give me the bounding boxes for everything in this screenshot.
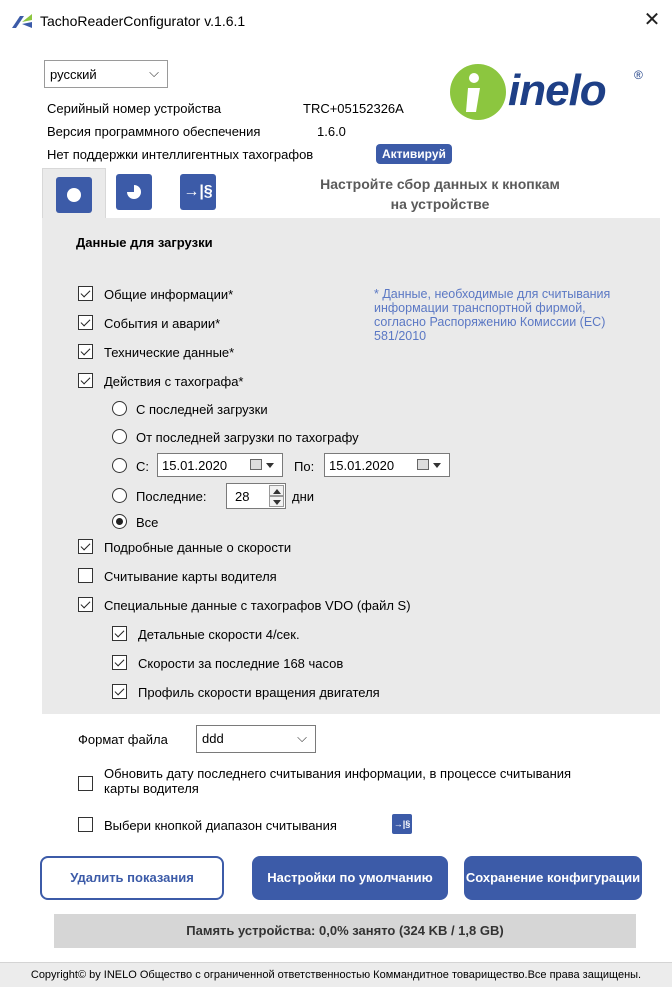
calendar-icon [417, 459, 429, 470]
down-arrow-icon [273, 500, 281, 505]
inelo-logo: inelo ® [448, 60, 648, 130]
spin-down-icon[interactable] [269, 496, 284, 507]
activate-button[interactable]: Активируй [376, 144, 452, 164]
save-config-button[interactable]: Сохранение конфигурации [464, 856, 642, 900]
file-format-select[interactable]: ddd ⌵ [196, 725, 316, 753]
activities-checkbox[interactable] [78, 373, 93, 388]
config-note: Настройте сбор данных к кнопкам на устро… [320, 176, 560, 212]
dropdown-arrow-icon [433, 463, 441, 468]
tab-circle[interactable] [42, 168, 106, 218]
spin-up-icon[interactable] [269, 485, 284, 496]
all-radio[interactable] [112, 514, 127, 529]
detailed-speed-checkbox[interactable] [78, 539, 93, 554]
circle-icon [67, 188, 81, 202]
language-select[interactable]: русский ⌵ [44, 60, 168, 88]
rpm-profile-label: Профиль скорости вращения двигателя [138, 685, 380, 700]
technical-checkbox[interactable] [78, 344, 93, 359]
inelo-mark-icon [450, 64, 506, 120]
events-checkbox[interactable] [78, 315, 93, 330]
driver-card-checkbox[interactable] [78, 568, 93, 583]
technical-label: Технические данные* [104, 345, 235, 360]
events-label: События и аварии* [104, 316, 221, 331]
app-logo-icon [12, 14, 32, 28]
from-label: С: [136, 459, 149, 474]
from-date-picker[interactable]: 15.01.2020 [157, 453, 283, 477]
required-note: * Данные, необходимые для считывания инф… [374, 287, 611, 343]
window-title: TachoReaderConfigurator v.1.6.1 [40, 13, 246, 29]
detail-speeds-label: Детальные скорости 4/сек. [138, 627, 300, 642]
chevron-down-icon: ⌵ [297, 730, 307, 745]
brand-name: inelo [508, 66, 607, 115]
vdo-special-checkbox[interactable] [78, 597, 93, 612]
range-arrow-icon: →|§ [392, 814, 412, 834]
half-moon-icon [127, 185, 141, 199]
calendar-icon [250, 459, 262, 470]
close-button[interactable]: ✕ [640, 8, 664, 32]
general-info-label: Общие информации* [104, 287, 234, 302]
all-label: Все [136, 515, 159, 530]
update-date-checkbox[interactable] [78, 776, 93, 791]
since-last-radio[interactable] [112, 401, 127, 416]
up-arrow-icon [273, 489, 281, 494]
last-days-stepper[interactable]: 28 [226, 483, 286, 509]
days-label: дни [292, 489, 315, 504]
rpm-profile-checkbox[interactable] [112, 684, 127, 699]
speeds-168-label: Скорости за последние 168 часов [138, 656, 344, 671]
since-last-label: С последней загрузки [136, 402, 268, 417]
choose-range-label: Выбери кнопкой диапазон считывания [104, 818, 337, 833]
last-days-radio[interactable] [112, 488, 127, 503]
since-last-tacho-label: От последней загрузки по тахографу [136, 430, 359, 445]
to-date-value: 15.01.2020 [329, 458, 395, 473]
chevron-down-icon: ⌵ [149, 65, 159, 80]
general-info-checkbox[interactable] [78, 286, 93, 301]
speeds-168-checkbox[interactable] [112, 655, 127, 670]
choose-range-checkbox[interactable] [78, 817, 93, 832]
brand-registered: ® [634, 68, 643, 82]
panel-title: Данные для загрузки [76, 235, 213, 250]
tab-range[interactable]: →|§ [180, 174, 216, 210]
detail-speeds-checkbox[interactable] [112, 626, 127, 641]
to-label: По: [294, 459, 315, 474]
copyright-footer: Copyright© by INELO Общество с ограничен… [0, 962, 672, 987]
default-settings-button[interactable]: Настройки по умолчанию [252, 856, 448, 900]
from-date-value: 15.01.2020 [162, 458, 228, 473]
dropdown-arrow-icon [266, 463, 274, 468]
since-last-tacho-radio[interactable] [112, 429, 127, 444]
date-range-radio[interactable] [112, 458, 127, 473]
file-format-label: Формат файла [78, 732, 168, 747]
tab-half-moon[interactable] [116, 174, 152, 210]
activities-label: Действия с тахографа* [104, 374, 244, 389]
to-date-picker[interactable]: 15.01.2020 [324, 453, 450, 477]
update-date-label: Обновить дату последнего считывания инфо… [104, 766, 572, 796]
serial-label: Серийный номер устройства [47, 101, 222, 116]
title-bar: TachoReaderConfigurator v.1.6.1 ✕ [0, 0, 672, 44]
smart-tacho-label: Нет поддержки интеллигентных тахографов [47, 147, 314, 162]
serial-value: TRC+05152326A [303, 101, 404, 116]
delete-readings-button[interactable]: Удалить показания [40, 856, 224, 900]
firmware-value: 1.6.0 [317, 124, 346, 139]
vdo-special-label: Специальные данные с тахографов VDO (фай… [104, 598, 411, 613]
range-arrow-icon: →|§ [183, 183, 213, 200]
memory-status: Память устройства: 0,0% занято (324 KB /… [54, 914, 636, 948]
file-format-value: ddd [202, 731, 224, 746]
last-days-value: 28 [235, 489, 250, 504]
firmware-label: Версия программного обеспечения [47, 124, 261, 139]
driver-card-label: Считывание карты водителя [104, 569, 277, 584]
last-days-label: Последние: [136, 489, 207, 504]
detailed-speed-label: Подробные данные о скорости [104, 540, 292, 555]
language-value: русский [50, 67, 97, 82]
